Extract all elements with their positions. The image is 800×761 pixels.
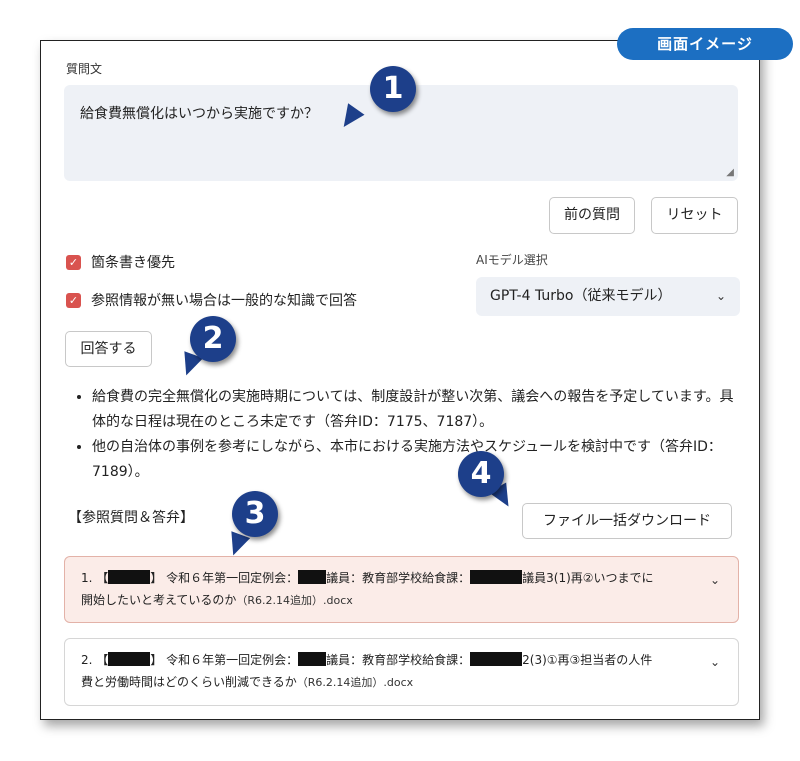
reference-index: 2.: [81, 653, 93, 667]
model-selected-value: GPT-4 Turbo（従来モデル）: [490, 288, 672, 304]
previous-question-button[interactable]: 前の質問: [549, 197, 635, 234]
reference-index: 1.: [81, 571, 93, 585]
reference-item[interactable]: 2. 【 】 令和６年第一回定例会： 議員：教育部学校給食課： 2(3)①再③担当者の…: [64, 638, 739, 706]
answer-list: 給食費の完全無償化の実施時期については、制度設計が整い次第、議会への報告を予定し…: [66, 385, 742, 485]
references-heading: 【参照質問＆答弁】: [68, 510, 194, 526]
reference-text: 開始したいと考えているのか: [81, 593, 237, 607]
redaction-block: [108, 570, 151, 584]
reference-text: 議員：教育部学校給食課：: [326, 571, 471, 585]
option-bullet-priority[interactable]: ✓ 箇条書き優先: [66, 252, 175, 272]
chevron-down-icon[interactable]: ⌄: [710, 651, 720, 673]
answer-bullet: 他の自治体の事例を参考にしながら、本市における実施方法やスケジュールを検討中です…: [92, 435, 742, 485]
reference-text: 【: [96, 653, 109, 667]
reset-button[interactable]: リセット: [651, 197, 738, 234]
answer-button[interactable]: 回答する: [65, 331, 152, 367]
reference-text: 】 令和６年第一回定例会：: [150, 571, 299, 585]
checkbox-checked-icon[interactable]: ✓: [66, 292, 81, 308]
reference-text: 議員：教育部学校給食課：: [326, 653, 471, 667]
answer-bullet: 給食費の完全無償化の実施時期については、制度設計が整い次第、議会への報告を予定し…: [92, 385, 742, 435]
marker-4: 4: [458, 451, 504, 497]
download-all-button[interactable]: ファイル一括ダウンロード: [522, 503, 732, 539]
option-general-knowledge[interactable]: ✓ 参照情報が無い場合は一般的な知識で回答: [66, 290, 357, 310]
question-label: 質問文: [66, 62, 103, 76]
screen-image-badge: 画面イメージ: [617, 28, 793, 60]
marker-2: 2: [190, 316, 236, 362]
reference-text: 議員3(1)再②いつまでに: [522, 571, 654, 585]
redaction-block: [470, 570, 523, 584]
reference-item[interactable]: 1. 【 】 令和６年第一回定例会： 議員：教育部学校給食課： 議員3(1)再②いつま…: [64, 556, 739, 623]
marker-1: 1: [370, 66, 416, 112]
reference-text: 【: [96, 571, 109, 585]
reference-filename: （R6.2.14追加）.docx: [236, 594, 353, 607]
resize-grip-icon[interactable]: ◢: [726, 167, 734, 178]
checkbox-checked-icon[interactable]: ✓: [66, 254, 81, 270]
reference-filename: （R6.2.14追加）.docx: [296, 676, 414, 689]
model-select-label: AIモデル選択: [476, 253, 548, 267]
reference-text: 2(3)①再③担当者の人件: [522, 653, 653, 667]
redaction-block: [470, 652, 523, 666]
reference-text: 費と労働時間はどのくらい削減できるか: [81, 675, 297, 689]
redaction-block: [298, 652, 327, 666]
reference-text: 】 令和６年第一回定例会：: [150, 653, 299, 667]
marker-3: 3: [232, 491, 278, 537]
redaction-block: [298, 570, 327, 584]
question-text: 給食費無償化はいつから実施ですか？: [80, 106, 318, 122]
redaction-block: [108, 652, 151, 666]
model-select[interactable]: GPT-4 Turbo（従来モデル） ⌄: [476, 277, 740, 316]
option-label: 箇条書き優先: [91, 255, 175, 271]
option-label: 参照情報が無い場合は一般的な知識で回答: [91, 293, 357, 309]
chevron-down-icon: ⌄: [715, 289, 726, 303]
chevron-down-icon[interactable]: ⌄: [710, 569, 720, 591]
